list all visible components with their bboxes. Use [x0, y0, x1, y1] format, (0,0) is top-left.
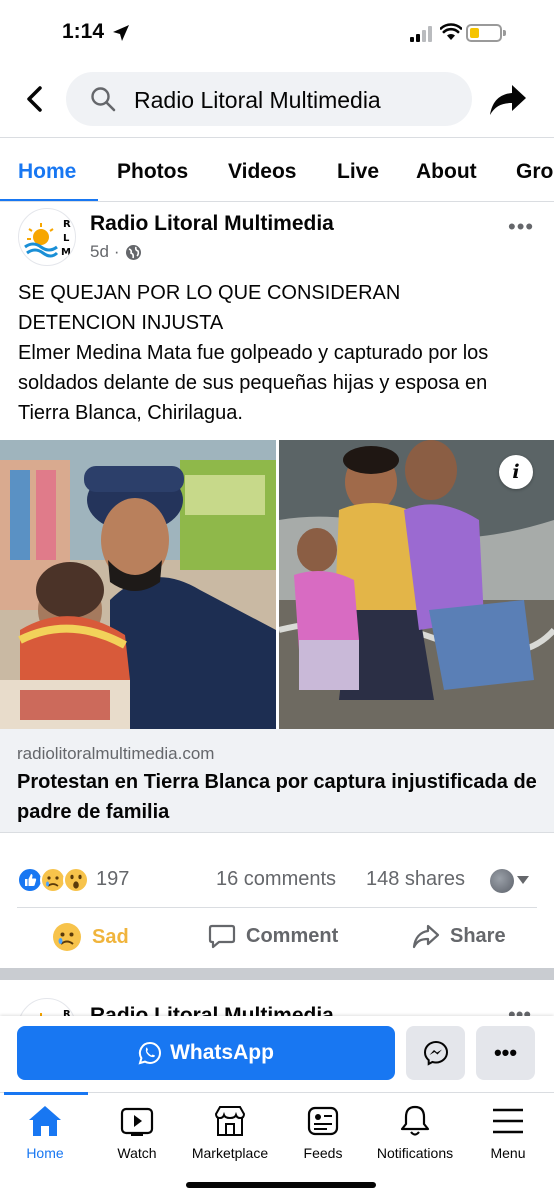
comment-icon	[208, 924, 236, 949]
post-text: SE QUEJAN POR LO QUE CONSIDERAN DETENCIO…	[18, 278, 538, 428]
feed-separator	[0, 968, 554, 980]
back-arrow-icon[interactable]	[20, 84, 50, 114]
post-text-body: Elmer Medina Mata fue golpeado y captura…	[18, 342, 489, 424]
comments-count[interactable]: 16 comments	[216, 868, 336, 891]
post-time[interactable]: 5d	[90, 242, 109, 262]
more-options-icon[interactable]: •••	[476, 1026, 535, 1080]
nav-marketplace-label: Marketplace	[191, 1145, 269, 1161]
nav-feeds-label: Feeds	[303, 1145, 343, 1161]
whatsapp-button[interactable]: WhatsApp	[17, 1026, 395, 1080]
like-reaction-icon	[17, 867, 43, 893]
cta-bar: WhatsApp •••	[0, 1016, 554, 1092]
meta-dot: ·	[113, 242, 120, 261]
post-stats: 197 16 comments 148 shares	[0, 860, 554, 900]
active-nav-indicator	[4, 1092, 88, 1095]
location-arrow-icon	[113, 25, 129, 41]
nav-home[interactable]: Home	[0, 1101, 95, 1161]
status-time: 1:14	[62, 20, 105, 43]
logo-letter: L	[63, 233, 70, 244]
post-options-icon[interactable]: •••	[508, 214, 534, 240]
share-button[interactable]: Share	[412, 922, 506, 950]
nav-watch-label: Watch	[117, 1145, 157, 1161]
tabs-divider	[0, 201, 554, 202]
link-domain: radiolitoralmultimedia.com	[17, 744, 215, 763]
sad-face-icon	[53, 923, 81, 951]
radio-litoral-logo-icon: R L M	[24, 219, 71, 258]
tab-photos[interactable]: Photos	[117, 160, 188, 184]
search-bar[interactable]: Radio Litoral Multimedia	[66, 72, 472, 126]
status-bar: 1:14	[0, 0, 554, 64]
nav-home-label: Home	[26, 1145, 64, 1161]
cellular-signal-icon	[410, 26, 432, 42]
tab-home[interactable]: Home	[18, 160, 76, 184]
post-text-line: DETENCION INJUSTA	[18, 312, 224, 334]
logo-letter: M	[61, 247, 71, 258]
whatsapp-label: WhatsApp	[170, 1041, 274, 1064]
battery-icon	[466, 24, 506, 42]
tab-about[interactable]: About	[416, 160, 477, 184]
post-meta: 5d ·	[90, 242, 142, 262]
reactions-count[interactable]: 197	[96, 868, 129, 891]
home-icon	[29, 1106, 61, 1136]
nav-marketplace[interactable]: Marketplace	[180, 1101, 280, 1161]
photo-left[interactable]	[0, 440, 276, 729]
search-header: Radio Litoral Multimedia	[0, 64, 554, 136]
link-title[interactable]: Protestan en Tierra Blanca por captura i…	[17, 767, 537, 827]
chevron-down-icon[interactable]	[517, 876, 529, 884]
wifi-icon	[440, 23, 462, 40]
tab-live[interactable]: Live	[337, 160, 379, 184]
wow-reaction-icon	[63, 867, 89, 893]
page-name[interactable]: Radio Litoral Multimedia	[90, 212, 334, 236]
messenger-button[interactable]	[406, 1026, 465, 1080]
link-card[interactable]: radiolitoralmultimedia.com Protestan en …	[0, 729, 554, 833]
page-tabs: Home Photos Videos Live About Gro	[0, 138, 554, 202]
marketplace-icon	[214, 1106, 246, 1136]
nav-menu[interactable]: Menu	[458, 1101, 554, 1161]
whatsapp-icon	[138, 1041, 162, 1065]
feeds-icon	[307, 1106, 339, 1136]
menu-icon	[493, 1108, 523, 1134]
nav-menu-label: Menu	[490, 1145, 526, 1161]
sad-label: Sad	[92, 925, 129, 948]
search-icon	[91, 87, 116, 112]
sad-reaction-icon	[40, 867, 66, 893]
reactor-avatar[interactable]	[490, 869, 514, 893]
photo-father-daughter-restaurant	[0, 440, 276, 729]
sad-reaction-button[interactable]: Sad	[52, 922, 129, 952]
search-query: Radio Litoral Multimedia	[134, 87, 381, 113]
tab-groups[interactable]: Gro	[516, 160, 553, 184]
bell-icon	[400, 1105, 430, 1136]
post-actions: Sad Comment Share	[0, 908, 554, 968]
logo-letter: R	[63, 219, 71, 230]
watch-icon	[120, 1107, 154, 1136]
info-icon[interactable]: i	[499, 455, 533, 489]
next-post: R Radio Litoral Multimedia •••	[0, 980, 554, 1020]
share-icon	[412, 924, 440, 949]
share-label: Share	[450, 924, 506, 947]
nav-notifications-label: Notifications	[376, 1145, 454, 1161]
nav-watch[interactable]: Watch	[87, 1101, 187, 1161]
link-preview-images[interactable]	[0, 440, 554, 729]
comment-button[interactable]: Comment	[208, 922, 338, 950]
messenger-icon	[423, 1040, 448, 1066]
comment-label: Comment	[246, 924, 339, 947]
shares-count[interactable]: 148 shares	[366, 868, 465, 891]
post-text-line: SE QUEJAN POR LO QUE CONSIDERAN	[18, 282, 401, 304]
share-arrow-icon[interactable]	[488, 82, 528, 118]
home-indicator	[186, 1182, 376, 1188]
globe-icon	[125, 244, 141, 260]
nav-feeds[interactable]: Feeds	[273, 1101, 373, 1161]
nav-notifications[interactable]: Notifications	[365, 1101, 465, 1161]
page-avatar[interactable]: R L M	[18, 208, 76, 266]
reaction-icons[interactable]	[17, 866, 93, 894]
tab-videos[interactable]: Videos	[228, 160, 296, 184]
